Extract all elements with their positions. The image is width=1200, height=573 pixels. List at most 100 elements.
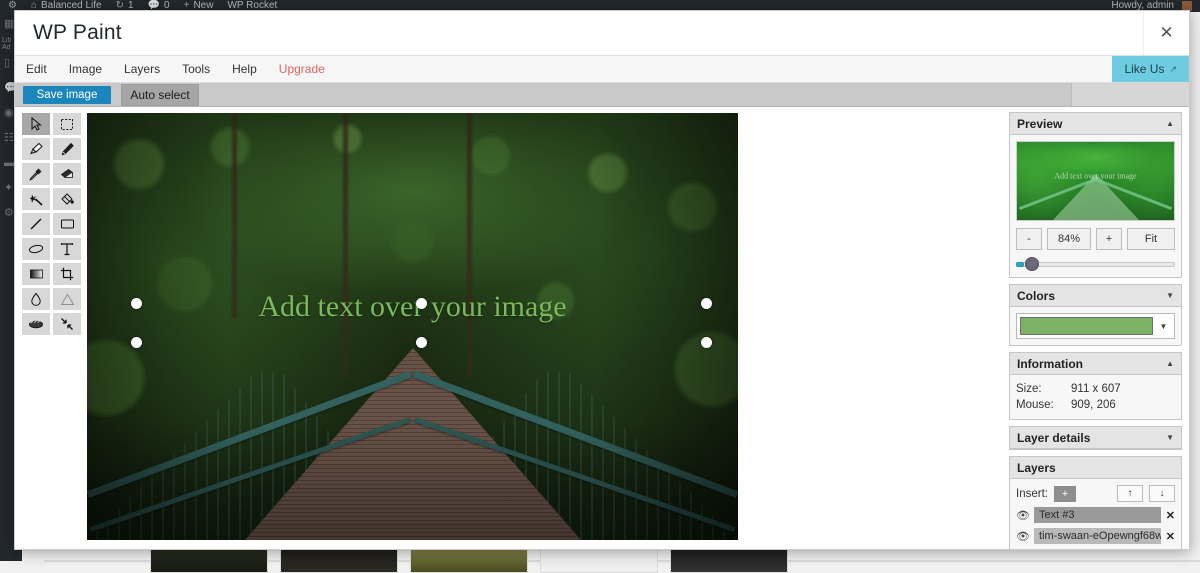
- menu-layers[interactable]: Layers: [113, 56, 171, 82]
- triangle-up-icon[interactable]: ▲: [1166, 119, 1174, 128]
- layers-panel-body: Insert: + ↑ ↓ 👁 Text #3 ✕ 👁 tim-swaan-eO…: [1010, 479, 1181, 549]
- auto-select-button[interactable]: Auto select: [121, 84, 199, 106]
- like-us-label: Like Us: [1124, 62, 1164, 76]
- like-us-button[interactable]: Like Us ↗: [1112, 56, 1189, 82]
- layer-details-panel-header[interactable]: Layer details ▼: [1010, 427, 1181, 449]
- zoom-slider[interactable]: [1016, 257, 1175, 271]
- layer-insert-row: Insert: + ↑ ↓: [1016, 485, 1175, 502]
- resize-handle-bottom-left[interactable]: [131, 337, 142, 348]
- close-x-icon[interactable]: ✕: [1166, 509, 1175, 522]
- save-image-button[interactable]: Save image: [23, 86, 111, 104]
- magic-wand-tool[interactable]: [22, 188, 50, 210]
- image-canvas[interactable]: Add text over your image: [87, 113, 738, 540]
- line-icon: [29, 217, 43, 231]
- info-mouse-label: Mouse:: [1016, 397, 1071, 413]
- info-size-value: 911 x 607: [1071, 381, 1121, 397]
- zoom-slider-track[interactable]: [1016, 262, 1175, 267]
- paint-bucket-tool[interactable]: [53, 188, 81, 210]
- triangle-down-icon[interactable]: ▼: [1166, 291, 1174, 300]
- polygon-tool[interactable]: [53, 288, 81, 310]
- move-select-tool[interactable]: [22, 113, 50, 135]
- rectangle-select-tool[interactable]: [53, 113, 81, 135]
- zoom-in-button[interactable]: +: [1096, 228, 1122, 250]
- menu-tools[interactable]: Tools: [171, 56, 221, 82]
- gradient-icon: [29, 268, 44, 280]
- resize-handle-top-center[interactable]: [416, 298, 427, 309]
- text-layer-content[interactable]: Add text over your image: [258, 290, 566, 324]
- shrink-tool[interactable]: [53, 313, 81, 335]
- rectangle-tool[interactable]: [53, 213, 81, 235]
- information-panel-header[interactable]: Information ▲: [1010, 353, 1181, 375]
- active-color-swatch[interactable]: [1020, 317, 1153, 335]
- ellipse-icon: [28, 243, 44, 255]
- ellipse-tool[interactable]: [22, 238, 50, 260]
- zoom-fit-button[interactable]: Fit: [1127, 228, 1175, 250]
- menu-image[interactable]: Image: [58, 56, 113, 82]
- zoom-slider-thumb[interactable]: [1025, 257, 1039, 271]
- menu-bar: Edit Image Layers Tools Help Upgrade Lik…: [15, 56, 1189, 83]
- zoom-controls: - 84% + Fit: [1016, 228, 1175, 250]
- zoom-out-button[interactable]: -: [1016, 228, 1042, 250]
- arrow-down-icon[interactable]: ↓: [1149, 485, 1175, 502]
- paint-brush-tool[interactable]: [22, 138, 50, 160]
- info-row-mouse: Mouse: 909, 206: [1016, 397, 1175, 413]
- info-mouse-value: 909, 206: [1071, 397, 1116, 413]
- resize-handle-top-left[interactable]: [131, 298, 142, 309]
- add-layer-button[interactable]: +: [1054, 486, 1076, 502]
- eye-icon[interactable]: 👁: [1016, 530, 1029, 543]
- canvas-area: Add text over your image: [81, 107, 1004, 549]
- action-toolbar: Save image Auto select: [15, 83, 1189, 107]
- text-t-icon: [60, 242, 74, 256]
- close-icon[interactable]: ✕: [1143, 11, 1189, 55]
- preview-text-overlay: Add text over your image: [1054, 172, 1136, 181]
- eraser-tool[interactable]: [53, 163, 81, 185]
- caret-down-icon[interactable]: ▼: [1156, 317, 1171, 335]
- color-selector[interactable]: ▼: [1016, 313, 1175, 339]
- paint-brush-icon: [29, 142, 44, 156]
- layer-row[interactable]: 👁 Text #3 ✕: [1016, 507, 1175, 523]
- canvas-vignette: [87, 113, 738, 540]
- preview-panel-header[interactable]: Preview ▲: [1010, 113, 1181, 135]
- menu-help[interactable]: Help: [221, 56, 268, 82]
- pencil-tool[interactable]: [53, 138, 81, 160]
- menu-upgrade[interactable]: Upgrade: [268, 56, 336, 82]
- color-picker-tool[interactable]: [22, 163, 50, 185]
- layer-name-label[interactable]: Text #3: [1034, 507, 1161, 523]
- information-panel-title: Information: [1017, 357, 1083, 371]
- triangle-down-icon[interactable]: ▼: [1166, 433, 1174, 442]
- resize-handle-top-right[interactable]: [701, 298, 712, 309]
- layer-name-label[interactable]: tim-swaan-eOpewngf68w-: [1034, 528, 1161, 544]
- menu-edit[interactable]: Edit: [15, 56, 58, 82]
- blur-tool[interactable]: [22, 288, 50, 310]
- toolbar-right-region: [1071, 83, 1189, 106]
- colors-panel: Colors ▼ ▼: [1009, 284, 1182, 346]
- crop-tool[interactable]: [53, 263, 81, 285]
- resize-handle-bottom-center[interactable]: [416, 337, 427, 348]
- info-size-label: Size:: [1016, 381, 1071, 397]
- line-tool[interactable]: [22, 213, 50, 235]
- smudge-tool[interactable]: [22, 313, 50, 335]
- dialog-body: Add text over your image Preview ▲: [15, 107, 1189, 549]
- triangle-up-icon[interactable]: ▲: [1166, 359, 1174, 368]
- page-title: WP Paint: [15, 21, 122, 45]
- layers-panel-header[interactable]: Layers: [1010, 457, 1181, 479]
- marquee-select-icon: [60, 118, 74, 131]
- zoom-slider-fill: [1016, 262, 1024, 267]
- preview-panel-title: Preview: [1017, 117, 1062, 131]
- preview-thumbnail[interactable]: Add text over your image: [1016, 141, 1175, 221]
- layers-panel-title: Layers: [1017, 461, 1056, 475]
- layer-row[interactable]: 👁 tim-swaan-eOpewngf68w- ✕: [1016, 528, 1175, 544]
- eraser-icon: [60, 168, 75, 180]
- arrow-up-icon[interactable]: ↑: [1117, 485, 1143, 502]
- sponge-icon: [28, 318, 44, 330]
- pencil-icon: [60, 142, 75, 156]
- eye-icon[interactable]: 👁: [1016, 509, 1029, 522]
- text-tool[interactable]: [53, 238, 81, 260]
- close-x-icon[interactable]: ✕: [1166, 530, 1175, 543]
- resize-handle-bottom-right[interactable]: [701, 337, 712, 348]
- colors-panel-header[interactable]: Colors ▼: [1010, 285, 1181, 307]
- eyedropper-icon: [29, 167, 43, 181]
- gradient-tool[interactable]: [22, 263, 50, 285]
- zoom-level-value[interactable]: 84%: [1047, 228, 1091, 250]
- layer-insert-label: Insert:: [1016, 488, 1048, 500]
